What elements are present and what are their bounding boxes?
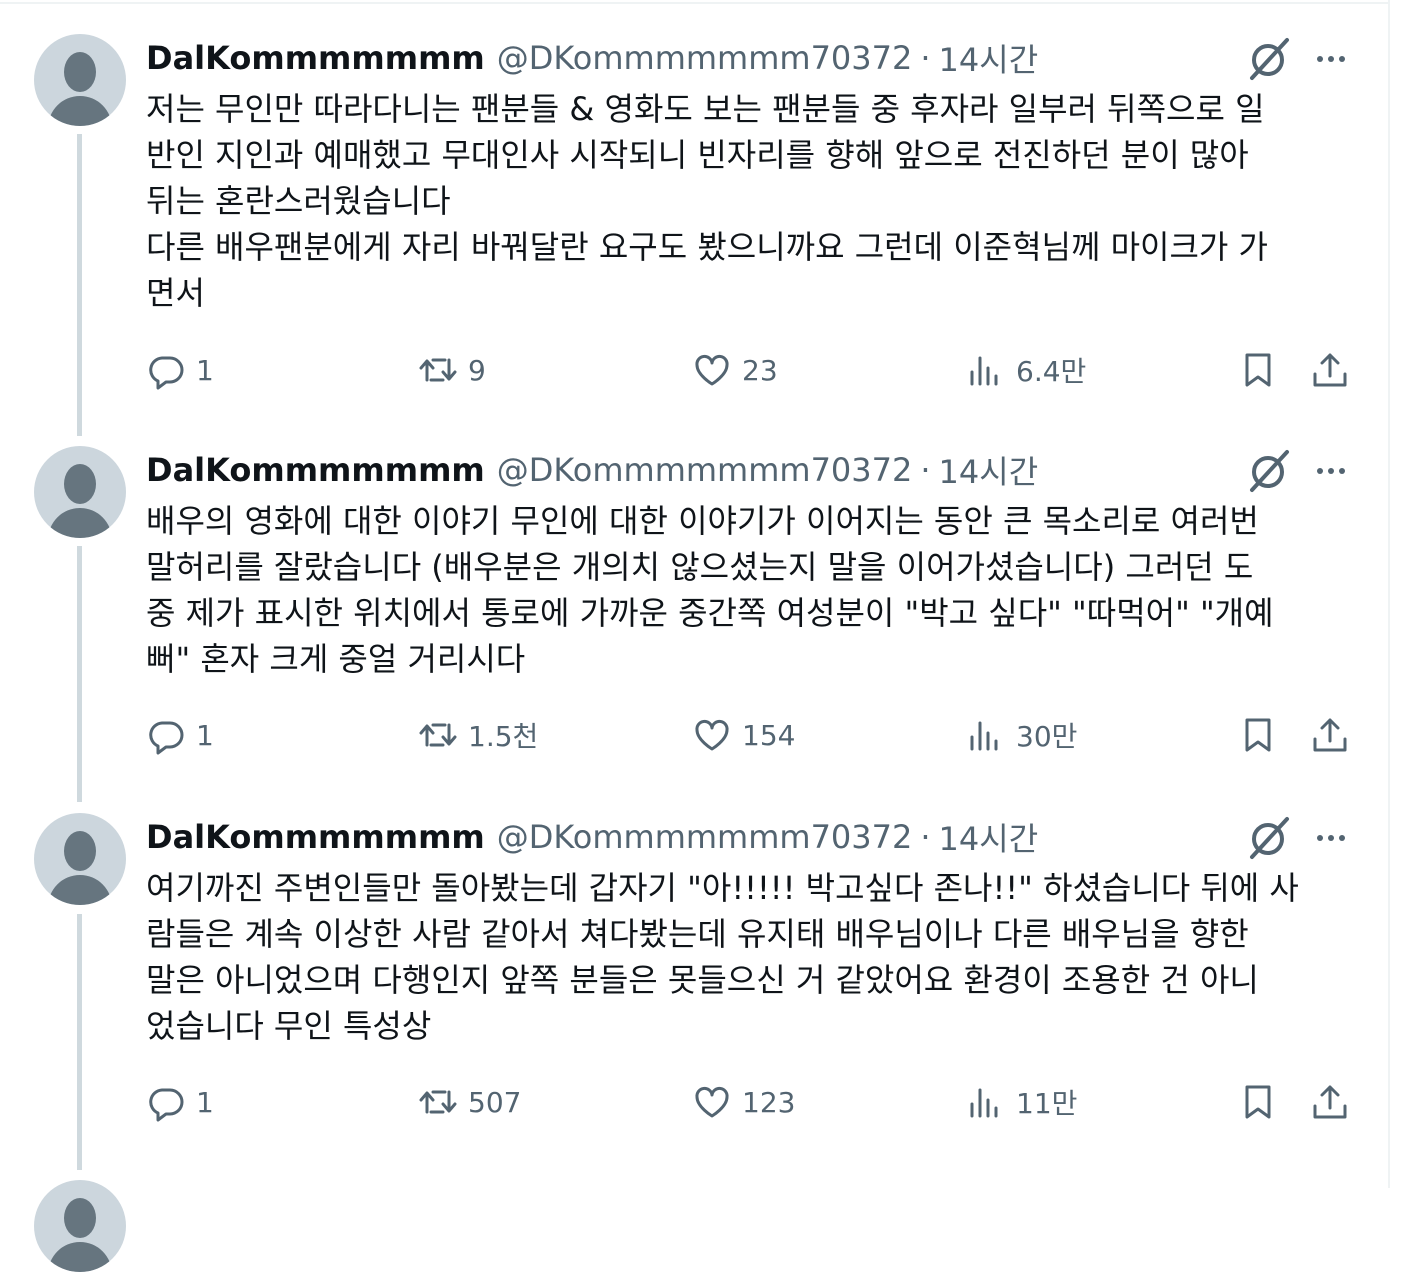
retweet-button[interactable]: 9 [418,348,486,392]
tweet-line: 중 제가 표시한 위치에서 통로에 가까운 중간쪽 여성분이 "박고 싶다" "… [146,594,1274,632]
views-button[interactable]: 30만 [966,713,1077,757]
share-icon [1313,718,1347,752]
reply-count: 1 [196,353,214,387]
tweet-line: 다른 배우팬분에게 자리 바꿔달란 요구도 봤으니까요 그런데 이준혁님께 마이… [146,228,1268,266]
timestamp[interactable]: 14시간 [939,814,1039,860]
like-count: 23 [742,353,778,387]
heart-icon [695,1086,729,1118]
reply-icon [149,1088,184,1122]
display-name[interactable]: DalKommmmmmm [146,451,485,489]
retweet-icon [419,358,457,382]
tweet-text: 저는 무인만 따라다니는 팬분들 & 영화도 보는 팬분들 중 후자라 일부러 … [146,86,1356,316]
tweet[interactable]: DalKommmmmmm @DKommmmmmm70372 · 14시간 저는 … [0,34,1390,404]
reply-icon [149,721,184,755]
like-button[interactable]: 154 [692,713,795,757]
tweet-header: DalKommmmmmm @DKommmmmmm70372 · 14시간 [146,814,1039,860]
avatar[interactable] [34,34,126,126]
like-count: 123 [742,1085,796,1119]
views-icon [970,356,998,386]
bookmark-button[interactable] [1238,1080,1278,1124]
retweet-icon [419,1090,457,1114]
view-count: 6.4만 [1016,355,1087,388]
bookmark-button[interactable] [1238,713,1278,757]
bookmark-icon [1245,353,1271,387]
heart-icon [695,719,729,751]
grok-icon[interactable] [1247,36,1293,82]
view-count: 11만 [1016,1087,1078,1120]
tweet-line: 뻐" 혼자 크게 중얼 거리시다 [146,640,526,678]
more-icon[interactable] [1310,823,1352,853]
reply-button[interactable]: 1 [146,1080,214,1124]
more-icon[interactable] [1310,44,1352,74]
tweet-line: 반인 지인과 예매했고 무대인사 시작되니 빈자리를 향해 앞으로 전진하던 분… [146,136,1249,174]
share-button[interactable] [1310,348,1350,392]
retweet-count: 1.5천 [468,720,539,753]
views-button[interactable]: 11만 [966,1080,1077,1124]
avatar[interactable] [34,813,126,905]
retweet-button[interactable]: 507 [418,1080,521,1124]
like-button[interactable]: 23 [692,348,778,392]
tweet-line: 었습니다 무인 특성상 [146,1007,432,1045]
action-bar: 1 9 23 6.4만 [146,348,1356,392]
share-icon [1313,353,1347,387]
tweet-line: 면서 [146,274,205,312]
views-icon [970,721,998,751]
reply-icon [149,356,184,390]
retweet-count: 507 [468,1085,522,1119]
tweet-line: 람들은 계속 이상한 사람 같아서 쳐다봤는데 유지태 배우님이나 다른 배우님… [146,915,1249,953]
tweet-line: 말은 아니었으며 다행인지 앞쪽 분들은 못들으신 거 같았어요 환경이 조용한… [146,961,1259,999]
like-count: 154 [742,718,796,752]
separator: · [920,39,931,77]
reply-button[interactable]: 1 [146,713,214,757]
share-button[interactable] [1310,1080,1350,1124]
timestamp[interactable]: 14시간 [939,447,1039,493]
user-handle[interactable]: @DKommmmmmm70372 [497,818,913,856]
top-divider [0,2,1390,4]
action-bar: 1 1.5천 154 30만 [146,713,1356,757]
heart-icon [695,354,729,386]
timestamp[interactable]: 14시간 [939,35,1039,81]
reply-count: 1 [196,1085,214,1119]
tweet-text: 여기까진 주변인들만 돌아봤는데 갑자기 "아!!!!! 박고싶다 존나!!" … [146,865,1356,1049]
view-count: 30만 [1016,720,1078,753]
tweet-line: 여기까진 주변인들만 돌아봤는데 갑자기 "아!!!!! 박고싶다 존나!!" … [146,869,1299,907]
display-name[interactable]: DalKommmmmmm [146,818,485,856]
reply-button[interactable]: 1 [146,348,214,392]
more-icon[interactable] [1310,456,1352,486]
views-icon [970,1088,998,1118]
tweet-header: DalKommmmmmm @DKommmmmmm70372 · 14시간 [146,447,1039,493]
avatar[interactable] [34,1180,126,1272]
tweet-line: 저는 무인만 따라다니는 팬분들 & 영화도 보는 팬분들 중 후자라 일부러 … [146,90,1265,128]
tweet-text: 배우의 영화에 대한 이야기 무인에 대한 이야기가 이어지는 동안 큰 목소리… [146,498,1356,682]
like-button[interactable]: 123 [692,1080,795,1124]
tweet-line: 배우의 영화에 대한 이야기 무인에 대한 이야기가 이어지는 동안 큰 목소리… [146,502,1259,540]
grok-icon[interactable] [1247,448,1293,494]
reply-count: 1 [196,718,214,752]
retweet-icon [419,723,457,747]
user-handle[interactable]: @DKommmmmmm70372 [497,451,913,489]
tweet[interactable]: DalKommmmmmm @DKommmmmmm70372 · 14시간 여기까… [0,813,1390,1143]
tweet-line: 뒤는 혼란스러웠습니다 [146,182,451,220]
separator: · [920,451,931,489]
tweet-header: DalKommmmmmm @DKommmmmmm70372 · 14시간 [146,35,1039,81]
action-bar: 1 507 123 11만 [146,1080,1356,1124]
bookmark-button[interactable] [1238,348,1278,392]
retweet-count: 9 [468,353,486,387]
tweet[interactable]: DalKommmmmmm @DKommmmmmm70372 · 14시간 배우의… [0,446,1390,776]
tweet-line: 말허리를 잘랐습니다 (배우분은 개의치 않으셨는지 말을 이어가셨습니다) 그… [146,548,1254,586]
user-handle[interactable]: @DKommmmmmm70372 [497,39,913,77]
avatar[interactable] [34,446,126,538]
bookmark-icon [1245,1085,1271,1119]
retweet-button[interactable]: 1.5천 [418,713,538,757]
separator: · [920,818,931,856]
grok-icon[interactable] [1247,815,1293,861]
share-button[interactable] [1310,713,1350,757]
share-icon [1313,1085,1347,1119]
views-button[interactable]: 6.4만 [966,348,1086,392]
display-name[interactable]: DalKommmmmmm [146,39,485,77]
bookmark-icon [1245,718,1271,752]
